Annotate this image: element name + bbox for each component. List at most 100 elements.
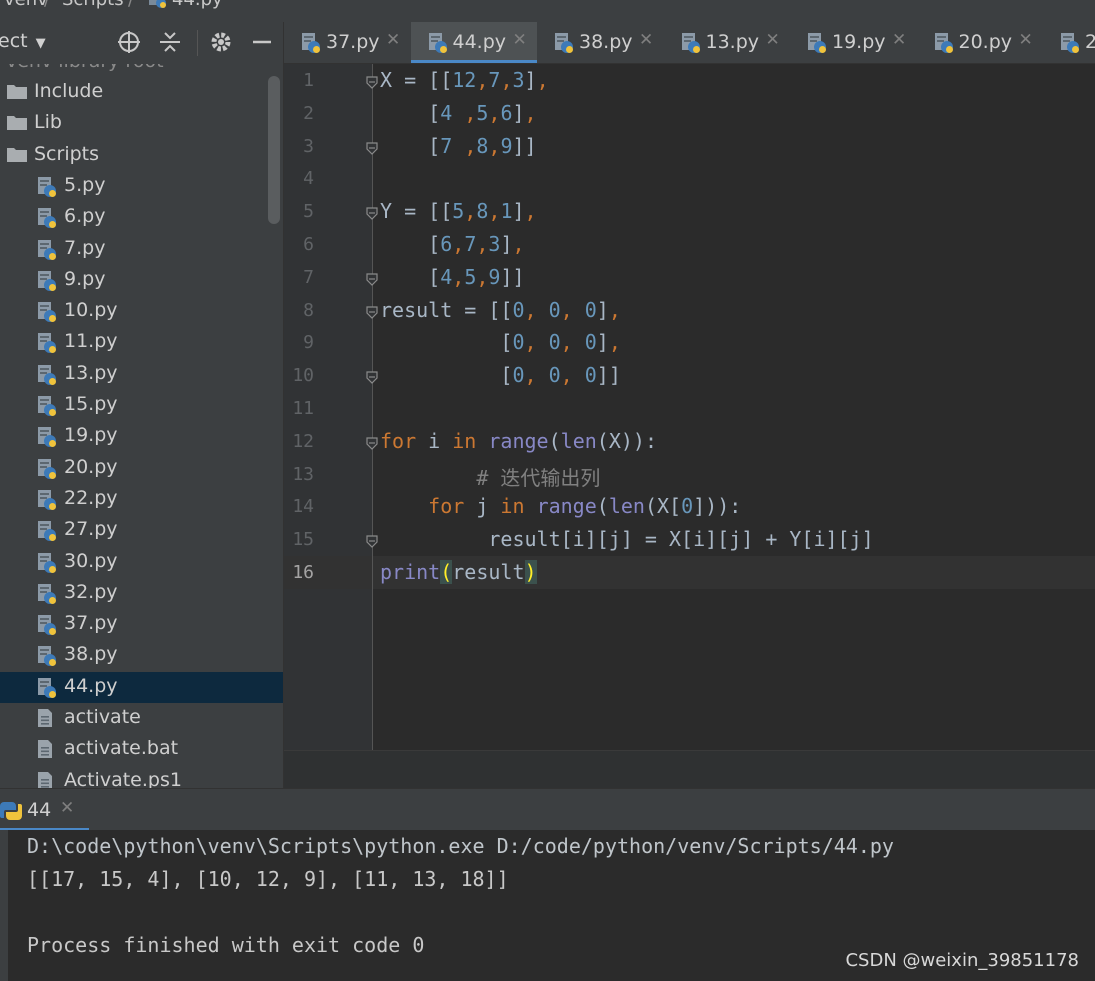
tree-scrollbar[interactable] — [268, 76, 280, 224]
close-icon[interactable]: ✕ — [892, 30, 906, 50]
line-number: 2 — [303, 102, 314, 124]
code-line[interactable]: [0, 0, 0], — [380, 330, 620, 354]
tree-item-11-py[interactable]: 11.py — [0, 327, 283, 358]
code-editor[interactable]: 1 X = [[12,7,3], 2 [4 ,5,6], 3 [7 ,8,9]] 4 5 Y… — [284, 64, 1095, 750]
line-number: 3 — [303, 135, 314, 157]
fold-marker-icon[interactable] — [365, 304, 379, 319]
fold-marker-icon[interactable] — [365, 435, 379, 450]
code-line[interactable]: [0, 0, 0]] — [380, 363, 620, 387]
run-tool-window-header: 44 ✕ — [0, 788, 1095, 831]
python-file-icon — [36, 364, 58, 391]
python-file-icon — [680, 32, 702, 59]
locate-target-icon[interactable] — [116, 29, 142, 55]
line-number: 5 — [303, 201, 314, 223]
code-line[interactable]: [7 ,8,9]] — [380, 134, 536, 158]
fold-marker-icon[interactable] — [365, 533, 379, 549]
code-line[interactable]: print(result) — [380, 560, 537, 584]
tab-44-py[interactable]: 44.py ✕ — [410, 22, 537, 63]
tab-2[interactable]: 2 — [1043, 22, 1095, 63]
folder-icon — [6, 145, 28, 168]
python-file-icon — [36, 489, 58, 516]
run-tab[interactable]: 44 ✕ — [0, 789, 89, 831]
code-line[interactable]: [4,5,9]] — [380, 265, 524, 289]
project-view-selector[interactable]: ect ▼ — [0, 30, 46, 52]
tab-13-py[interactable]: 13.py ✕ — [664, 22, 790, 63]
code-line[interactable]: # 迭代输出列 — [380, 462, 600, 491]
tree-item-activate-bat[interactable]: activate.bat — [0, 734, 283, 765]
fold-marker-icon[interactable] — [365, 369, 379, 385]
text-file-icon — [36, 771, 54, 788]
tab-label: 2 — [1085, 31, 1095, 53]
python-file-icon — [36, 395, 58, 422]
python-icon — [0, 800, 22, 826]
tree-item-22-py[interactable]: 22.py — [0, 484, 283, 515]
close-icon[interactable]: ✕ — [60, 798, 74, 818]
tab-37-py[interactable]: 37.py ✕ — [284, 22, 410, 63]
tree-item-9-py[interactable]: 9.py — [0, 265, 283, 296]
tree-item-lib[interactable]: Lib — [0, 108, 283, 139]
breadcrumb-item-file[interactable]: 44.py — [172, 0, 223, 10]
close-icon[interactable]: ✕ — [766, 30, 780, 50]
close-icon[interactable]: ✕ — [386, 30, 400, 50]
tab-38-py[interactable]: 38.py ✕ — [537, 22, 663, 63]
toolbar-divider — [197, 30, 198, 56]
console-line: [[17, 15, 4], [10, 12, 9], [11, 13, 18]] — [27, 867, 509, 891]
tree-item-27-py[interactable]: 27.py — [0, 515, 283, 546]
tree-item-7-py[interactable]: 7.py — [0, 234, 283, 265]
fold-marker-icon[interactable] — [365, 74, 379, 89]
tree-item-scripts[interactable]: Scripts — [0, 140, 283, 171]
tree-item-20-py[interactable]: 20.py — [0, 453, 283, 484]
tree-item-label: 37.py — [64, 612, 118, 635]
tree-item-19-py[interactable]: 19.py — [0, 421, 283, 452]
python-file-icon — [36, 677, 58, 704]
minimize-icon[interactable] — [249, 29, 275, 55]
fold-marker-icon[interactable] — [365, 205, 379, 221]
fold-marker-icon[interactable] — [365, 271, 379, 286]
tree-item-15-py[interactable]: 15.py — [0, 390, 283, 421]
code-line[interactable]: result = [[0, 0, 0], — [380, 298, 621, 322]
breadcrumb-item-scripts[interactable]: Scripts — [62, 0, 124, 10]
code-line[interactable]: for j in range(len(X[0])): — [380, 494, 741, 518]
close-icon[interactable]: ✕ — [1019, 30, 1033, 50]
tab-19-py[interactable]: 19.py ✕ — [790, 22, 916, 63]
python-file-icon — [36, 583, 58, 610]
tab-20-py[interactable]: 20.py ✕ — [917, 22, 1043, 63]
folder-icon — [6, 82, 28, 105]
python-file-icon — [36, 645, 58, 672]
python-file-icon — [36, 520, 58, 547]
code-line[interactable]: Y = [[5,8,1], — [380, 199, 537, 223]
code-line[interactable]: for i in range(len(X)): — [380, 429, 657, 453]
tree-item-13-py[interactable]: 13.py — [0, 359, 283, 390]
tree-item-10-py[interactable]: 10.py — [0, 296, 283, 327]
tree-item-44-py[interactable]: 44.py — [0, 671, 283, 704]
tree-item-label: 11.py — [64, 330, 118, 353]
tree-item-32-py[interactable]: 32.py — [0, 578, 283, 609]
text-file-icon — [36, 739, 54, 764]
tree-item-activate[interactable]: activate — [0, 703, 283, 734]
code-line[interactable]: X = [[12,7,3], — [380, 68, 549, 92]
tree-item-30-py[interactable]: 30.py — [0, 547, 283, 578]
python-file-icon — [36, 332, 58, 359]
tree-item-37-py[interactable]: 37.py — [0, 609, 283, 640]
code-line[interactable]: result[i][j] = X[i][j] + Y[i][j] — [380, 527, 873, 551]
breadcrumb-item-venv[interactable]: venv — [4, 0, 48, 10]
tree-item-38-py[interactable]: 38.py — [0, 640, 283, 671]
line-number: 13 — [292, 463, 314, 485]
fold-marker-icon[interactable] — [365, 140, 379, 155]
text-file-icon — [36, 708, 54, 733]
chevron-down-icon: ▼ — [35, 36, 46, 51]
tree-item-6-py[interactable]: 6.py — [0, 202, 283, 233]
tree-item-activate-ps1[interactable]: Activate.ps1 — [0, 766, 283, 788]
code-line[interactable]: [6,7,3], — [380, 232, 524, 256]
tree-item-5-py[interactable]: 5.py — [0, 171, 283, 202]
close-icon[interactable]: ✕ — [639, 30, 653, 50]
close-icon[interactable]: ✕ — [513, 30, 527, 50]
collapse-all-icon[interactable] — [157, 29, 183, 55]
gutter-divider — [372, 64, 373, 750]
gear-icon[interactable] — [208, 29, 234, 55]
line-number: 12 — [292, 430, 314, 452]
tree-item-include[interactable]: Include — [0, 77, 283, 108]
code-line[interactable]: [4 ,5,6], — [380, 101, 536, 125]
tab-label: 38.py — [579, 31, 633, 53]
breadcrumb: venv / Scripts / 44.py — [0, 0, 1095, 22]
